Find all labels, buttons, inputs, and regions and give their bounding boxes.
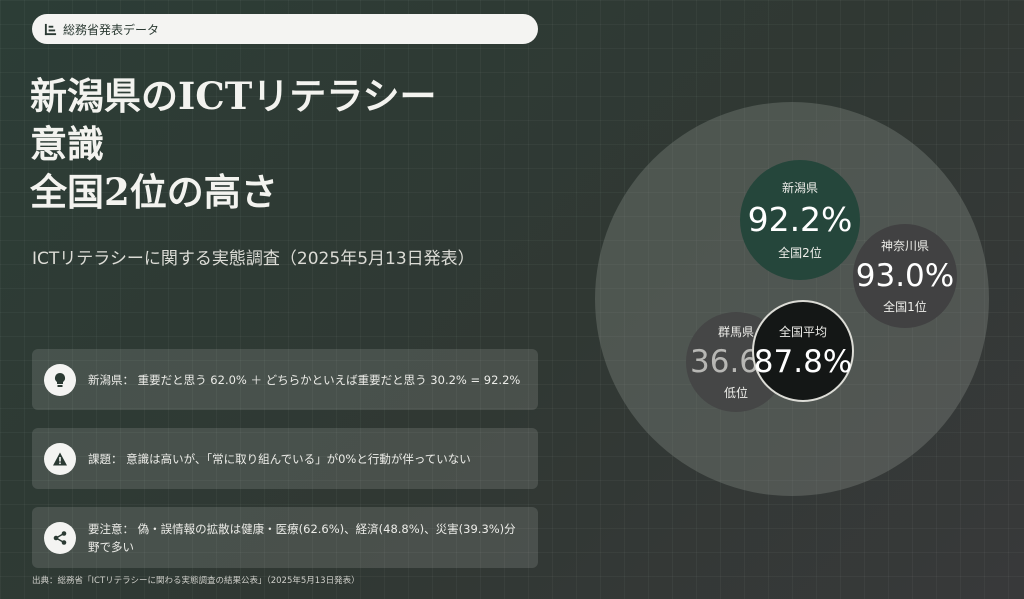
info-card-issue: 課題： 意識は高いが、「常に取り組んでいる」が0%と行動が伴っていない (32, 428, 538, 489)
warning-icon (44, 442, 76, 475)
info-card-text: 課題： 意識は高いが、「常に取り組んでいる」が0%と行動が伴っていない (88, 451, 471, 466)
source-tag-label: 総務省発表データ (63, 22, 160, 37)
bubble-value: 92.2% (747, 200, 853, 239)
bubble-label: 神奈川県 (880, 239, 929, 253)
bubble-national-average: 全国平均 87.8% (752, 300, 854, 402)
info-card-text: 要注意： 偽・誤情報の拡散は健康・医療(62.6%)、経済(48.8%)、災害(… (88, 521, 516, 554)
bubble-value: 93.0% (855, 258, 955, 294)
page-subtitle: ICTリテラシーに関する実態調査（2025年5月13日発表） (32, 249, 475, 269)
info-card-text: 新潟県： 重要だと思う 62.0% ＋ どちらかといえば重要だと思う 30.2%… (88, 372, 521, 387)
bar-chart-icon (44, 23, 57, 35)
bubble-niigata: 新潟県 92.2% 全国2位 (740, 160, 860, 280)
share-icon (44, 521, 76, 554)
source-tag: 総務省発表データ (32, 14, 538, 44)
bubble-rank: 全国1位 (883, 300, 927, 314)
bubble-label: 新潟県 (781, 181, 818, 195)
bubble-label: 全国平均 (778, 324, 827, 339)
info-card-caution: 要注意： 偽・誤情報の拡散は健康・医療(62.6%)、経済(48.8%)、災害(… (32, 507, 538, 568)
bubble-label: 群馬県 (717, 325, 754, 339)
page-title: 新潟県のICTリテラシー 意識 全国2位の高さ (30, 74, 437, 214)
bubble-value: 87.8% (753, 343, 853, 380)
bubble-kanagawa: 神奈川県 93.0% 全国1位 (853, 224, 957, 328)
bubble-rank: 低位 (723, 386, 748, 400)
source-note: 出典：総務省「ICTリテラシーに関わる実態調査の結果公表」（2025年5月13日… (32, 576, 360, 586)
info-card-niigata: 新潟県： 重要だと思う 62.0% ＋ どちらかといえば重要だと思う 30.2%… (32, 349, 538, 410)
bubble-rank: 全国2位 (778, 246, 822, 260)
lightbulb-icon (44, 363, 76, 396)
